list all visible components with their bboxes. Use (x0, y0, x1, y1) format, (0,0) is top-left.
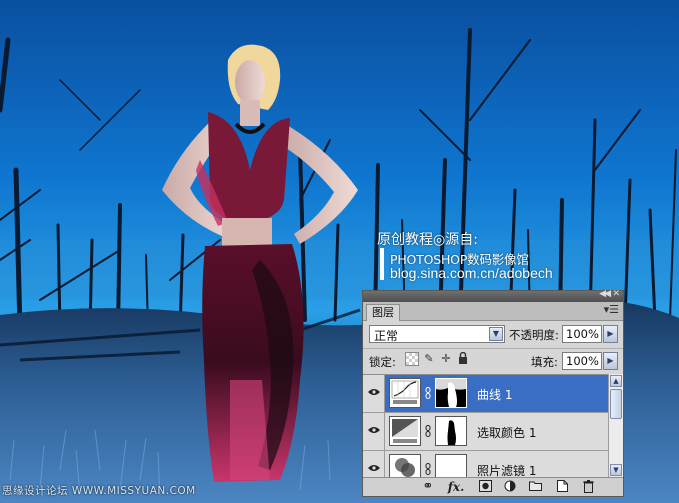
curves-adjustment-icon[interactable] (389, 378, 421, 408)
layer-row-selective-color[interactable]: 选取颜色 1 (363, 413, 608, 451)
credit-title: 原创教程◎源自: (377, 232, 478, 248)
credit-url: blog.sina.com.cn/adobech (390, 265, 553, 281)
visibility-toggle[interactable] (363, 451, 385, 478)
layer-list-scrollbar[interactable]: ▲ ▼ (608, 374, 623, 477)
new-group-folder-icon[interactable] (528, 480, 542, 494)
layer-name[interactable]: 照片滤镜 1 (477, 462, 536, 478)
add-mask-icon[interactable] (478, 480, 492, 494)
lock-paint-brush-icon[interactable]: ✎ (422, 352, 436, 366)
layer-list: 曲线 1 选取颜色 1 照片滤镜 1 (363, 374, 608, 478)
panel-tab-row: 图层 ▾☰ (363, 302, 623, 321)
blend-mode-value: 正常 (374, 329, 399, 343)
trash-icon[interactable] (581, 480, 595, 494)
eye-icon (368, 427, 380, 433)
fx-icon[interactable]: fx. (447, 480, 465, 494)
credit-accent-bar (380, 248, 384, 280)
lock-label: 锁定: (369, 355, 396, 369)
eye-icon (368, 389, 380, 395)
lock-all-icon[interactable] (456, 351, 470, 366)
layer-name[interactable]: 曲线 1 (477, 386, 512, 403)
panel-title-bar[interactable]: ◀◀ ✕ (363, 289, 623, 302)
scroll-thumb[interactable] (610, 389, 622, 419)
mask-link-icon[interactable] (425, 387, 431, 399)
fill-input[interactable]: 100% (562, 352, 602, 370)
fill-slider-toggle[interactable]: ▶ (603, 352, 618, 370)
lock-transparency-icon[interactable] (405, 352, 419, 366)
blend-mode-select[interactable]: 正常 ▼ (369, 325, 505, 343)
link-layers-icon[interactable]: ⚭ (421, 480, 435, 494)
chevron-down-icon[interactable]: ▼ (489, 327, 503, 341)
visibility-toggle[interactable] (363, 413, 385, 450)
visibility-toggle[interactable] (363, 375, 385, 412)
photo-filter-adjustment-icon[interactable] (389, 454, 421, 478)
layer-row-photo-filter[interactable]: 照片滤镜 1 (363, 451, 608, 478)
new-adjustment-layer-icon[interactable] (503, 480, 517, 494)
layers-panel-toolbar: ⚭ fx. (363, 477, 623, 496)
mask-link-icon[interactable] (425, 425, 431, 437)
forum-watermark: 思缘设计论坛 WWW.MISSYUAN.COM (2, 485, 196, 497)
collapse-icon[interactable]: ◀◀ (599, 289, 611, 299)
eye-icon (368, 465, 380, 471)
layers-panel: ◀◀ ✕ 图层 ▾☰ 正常 ▼ 不透明度: 100% ▶ 锁定: ✎ ✛ 填充:… (362, 289, 624, 497)
mask-link-icon[interactable] (425, 463, 431, 475)
scroll-up-icon[interactable]: ▲ (610, 375, 622, 387)
layer-mask-thumbnail[interactable] (435, 378, 467, 408)
divider (363, 348, 623, 349)
close-icon[interactable]: ✕ (612, 289, 620, 299)
opacity-slider-toggle[interactable]: ▶ (603, 325, 618, 343)
fill-label: 填充: (531, 355, 558, 369)
layer-mask-thumbnail[interactable] (435, 416, 467, 446)
panel-menu-icon[interactable]: ▾☰ (604, 303, 619, 316)
scroll-down-icon[interactable]: ▼ (610, 464, 622, 476)
layer-mask-thumbnail[interactable] (435, 454, 467, 478)
opacity-input[interactable]: 100% (562, 325, 602, 343)
layer-name[interactable]: 选取颜色 1 (477, 424, 536, 441)
layer-row-curves[interactable]: 曲线 1 (363, 375, 608, 413)
new-layer-icon[interactable] (555, 480, 569, 494)
lock-move-icon[interactable]: ✛ (439, 352, 453, 366)
opacity-label: 不透明度: (509, 328, 559, 342)
selective-color-adjustment-icon[interactable] (389, 416, 421, 446)
tab-layers[interactable]: 图层 (366, 304, 400, 321)
